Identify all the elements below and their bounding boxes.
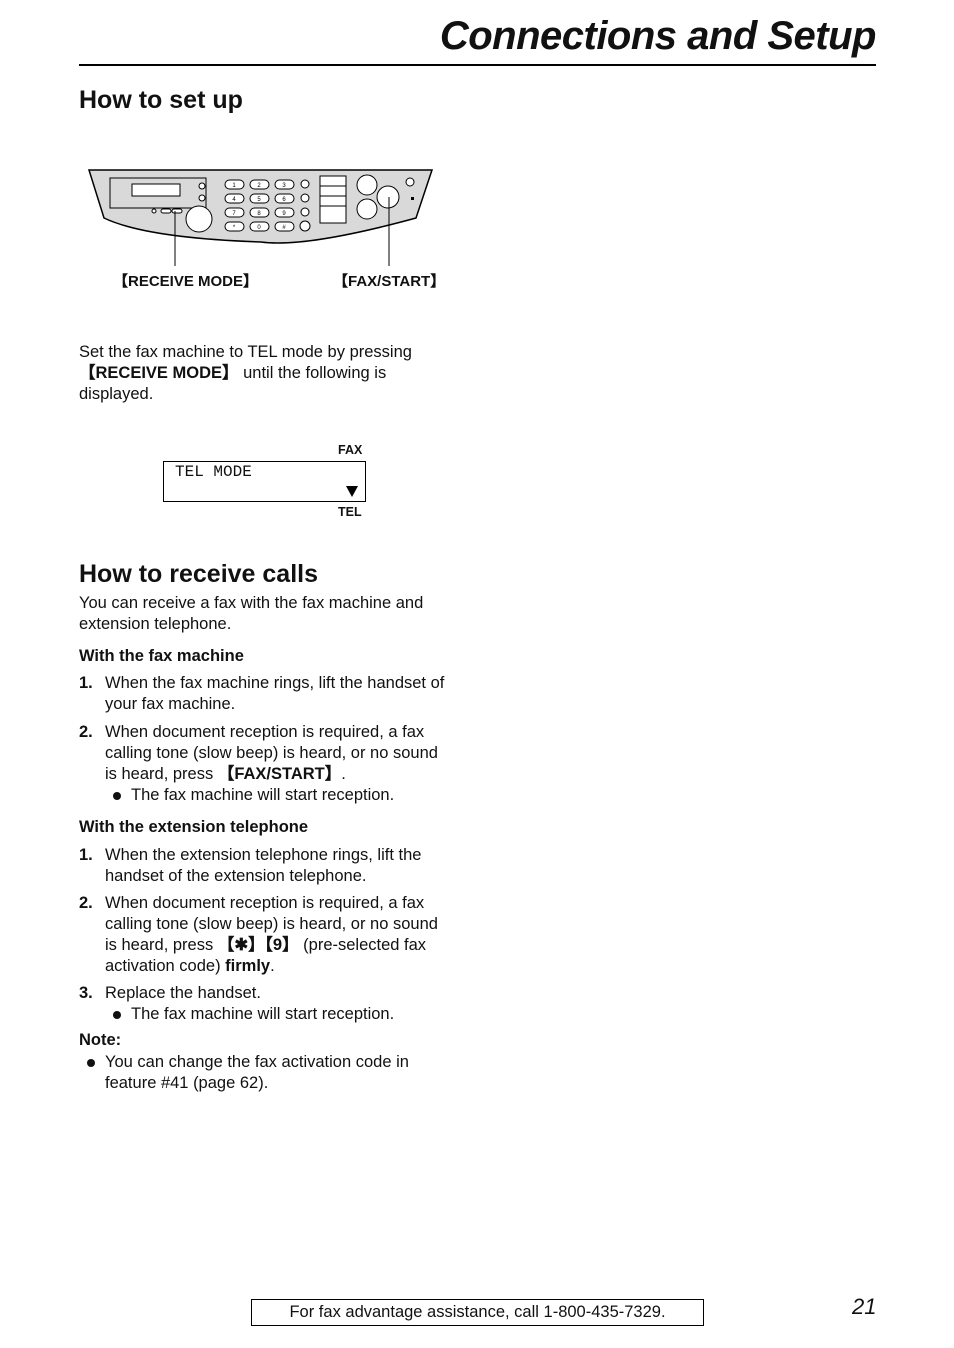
receive-mode-key-ref: 【RECEIVE MODE】 (79, 364, 239, 382)
display-label-fax: FAX (338, 443, 363, 457)
bullet-item: The fax machine will start reception. (105, 785, 454, 806)
fax-step-1: 1. When the fax machine rings, lift the … (79, 674, 445, 713)
down-arrow-icon (346, 486, 358, 497)
bullet-icon (87, 1059, 95, 1067)
bullet-item: The fax machine will start reception. (105, 1004, 454, 1025)
fax-start-key (376, 185, 400, 209)
receive-heading: How to receive calls (79, 560, 319, 588)
assistance-box: For fax advantage assistance, call 1-800… (251, 1299, 704, 1326)
lcd-window (131, 183, 181, 197)
note-heading: Note: (79, 1031, 122, 1049)
page-number: 21 (852, 1294, 877, 1319)
ext-step-1: 1. When the extension telephone rings, l… (79, 846, 422, 885)
page-title: Connections and Setup (439, 14, 877, 58)
lcd-display: TEL MODE (163, 461, 366, 502)
bullet-icon (113, 1011, 121, 1019)
setup-heading: How to set up (79, 86, 243, 114)
fax-start-label: 【FAX/START】 (333, 273, 446, 290)
lcd-text: TEL MODE (175, 463, 252, 481)
fax-panel-diagram: 1 2 3 4 5 6 7 8 9 * 0 # (87, 169, 434, 266)
fax-step-2: 2. When document reception is required, … (79, 722, 454, 806)
extension-heading: With the extension telephone (79, 818, 309, 836)
receive-intro: You can receive a fax with the fax machi… (79, 594, 424, 633)
ext-step-2: 2. When document reception is required, … (79, 894, 438, 975)
fax-machine-heading: With the fax machine (79, 647, 244, 665)
receive-mode-key (171, 208, 183, 214)
display-label-tel: TEL (338, 505, 362, 519)
title-rule (79, 64, 876, 66)
receive-mode-label: 【RECEIVE MODE】 (113, 273, 259, 290)
note-item: You can change the fax activation code i… (79, 1052, 454, 1094)
setup-instruction: Set the fax machine to TEL mode by press… (79, 343, 412, 403)
star-9-key-ref: 【✱】【9】 (217, 936, 299, 954)
navigator-dial (185, 205, 213, 233)
bullet-icon (113, 792, 121, 800)
fax-start-key-ref: 【FAX/START】 (217, 765, 342, 783)
one-touch-panel (319, 175, 347, 224)
ext-step-3: 3. Replace the handset. The fax machine … (79, 983, 454, 1025)
